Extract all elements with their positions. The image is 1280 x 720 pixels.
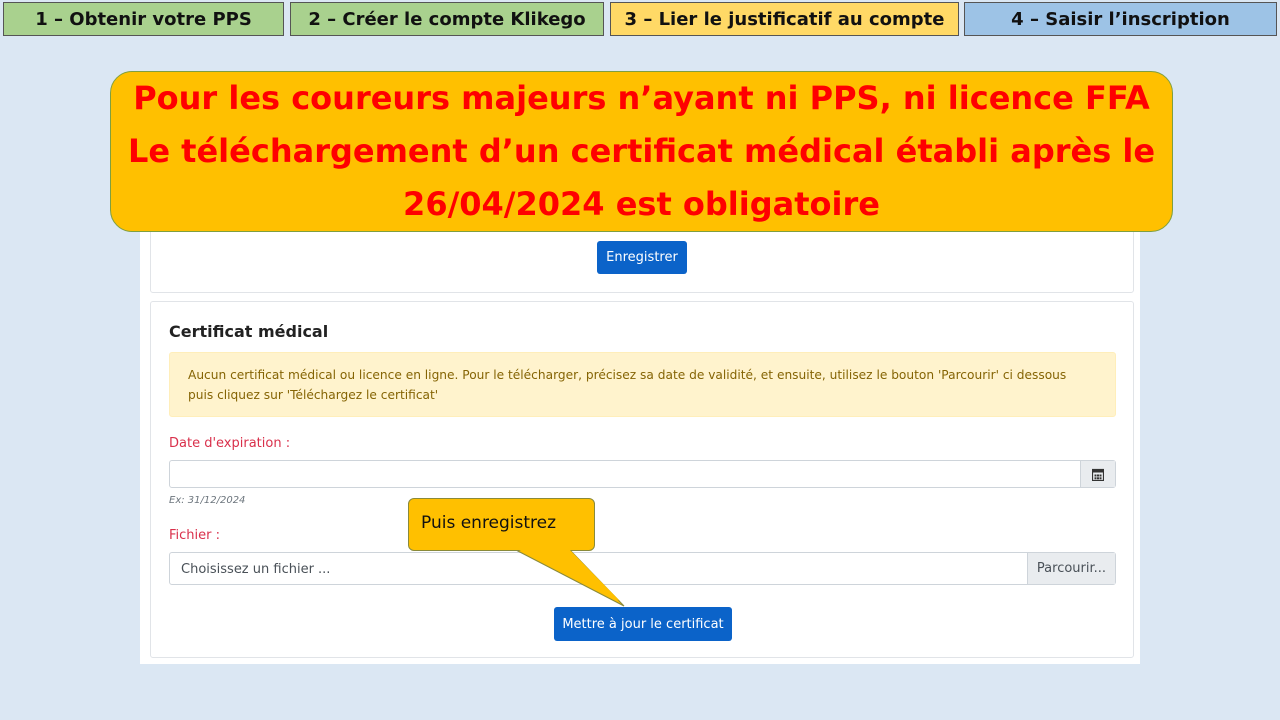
date-format-hint: Ex: 31/12/2024 xyxy=(169,495,246,506)
alert-line-2: puis cliquez sur 'Téléchargez le certifi… xyxy=(188,388,439,402)
expiration-date-label: Date d'expiration : xyxy=(169,436,291,451)
banner-line-2: Le téléchargement d’un certificat médica… xyxy=(127,132,1156,170)
save-tip-callout: Puis enregistrez xyxy=(408,498,595,551)
calendar-button[interactable] xyxy=(1080,461,1115,487)
banner-line-1: Pour les coureurs majeurs n’ayant ni PPS… xyxy=(133,79,1150,117)
save-button[interactable]: Enregistrer xyxy=(597,241,687,274)
certificate-alert: Aucun certificat médical ou licence en l… xyxy=(169,352,1116,417)
file-input[interactable]: Choisissez un fichier ... Parcourir... xyxy=(169,552,1116,585)
expiration-date-input[interactable] xyxy=(169,460,1116,488)
step-tabs: 1 – Obtenir votre PPS 2 – Créer le compt… xyxy=(0,0,1280,40)
file-placeholder: Choisissez un fichier ... xyxy=(181,562,331,577)
medical-certificate-panel: Certificat médical Aucun certificat médi… xyxy=(150,301,1134,658)
website-screenshot: Enregistrer Certificat médical Aucun cer… xyxy=(140,160,1140,664)
step-4-register: 4 – Saisir l’inscription xyxy=(964,2,1277,36)
alert-line-1: Aucun certificat médical ou licence en l… xyxy=(188,368,1067,382)
calendar-icon xyxy=(1092,468,1104,481)
warning-banner: Pour les coureurs majeurs n’ayant ni PPS… xyxy=(110,71,1173,232)
certificate-title: Certificat médical xyxy=(169,322,329,341)
step-1-obtain-pps: 1 – Obtenir votre PPS xyxy=(3,2,284,36)
step-3-link-document: 3 – Lier le justificatif au compte xyxy=(610,2,959,36)
browse-button[interactable]: Parcourir... xyxy=(1027,553,1115,584)
update-certificate-button[interactable]: Mettre à jour le certificat xyxy=(554,607,732,641)
file-label: Fichier : xyxy=(169,528,220,543)
banner-line-3: 26/04/2024 est obligatoire xyxy=(403,185,880,223)
step-2-create-account: 2 – Créer le compte Klikego xyxy=(290,2,604,36)
